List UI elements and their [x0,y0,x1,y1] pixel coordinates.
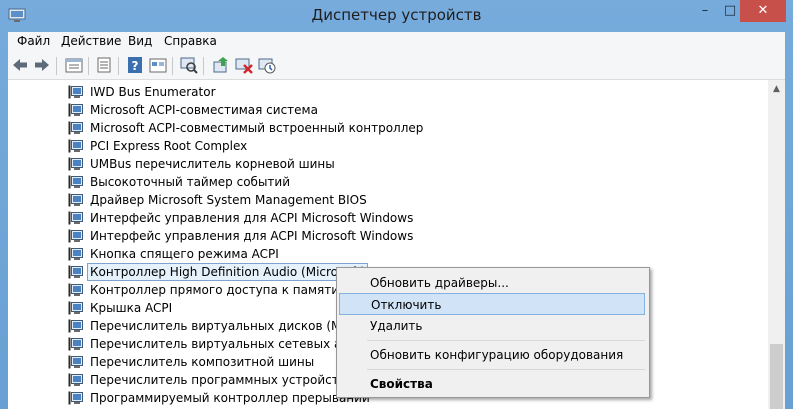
scrollbar-thumb[interactable] [770,344,783,409]
device-label: Контроллер High Definition Audio (Micros… [87,263,369,281]
context-update-drivers[interactable]: Обновить драйверы... [339,272,645,294]
context-item-label: Отключить [371,298,442,312]
context-scan-hardware[interactable]: Обновить конфигурацию оборудования [339,344,645,366]
system-device-icon [68,337,84,351]
close-button[interactable]: ✕ [740,0,786,22]
system-device-icon [68,229,84,243]
vertical-scrollbar[interactable]: ▲ [768,80,785,409]
menu-view[interactable]: Вид [128,34,152,48]
menu-action[interactable]: Действие [61,34,121,48]
maximize-button[interactable]: □ [720,0,740,22]
device-manager-window: Диспетчер устройств – □ ✕ Файл Действие … [0,0,793,409]
menu-help[interactable]: Справка [164,34,217,48]
device-label: IWD Bus Enumerator [90,85,216,99]
minimize-button[interactable]: – [690,0,720,22]
title-bar[interactable]: Диспетчер устройств – □ ✕ [0,0,793,32]
disable-device-icon[interactable] [258,56,276,74]
device-label: UMBus перечислитель корневой шины [90,157,335,171]
system-device-icon [68,355,84,369]
system-device-icon [68,211,84,225]
window-title: Диспетчер устройств [311,6,482,24]
system-device-icon [68,391,84,405]
svg-text:?: ? [132,59,139,73]
context-disable[interactable]: Отключить [339,293,645,315]
system-device-icon [68,193,84,207]
scroll-up-icon[interactable]: ▲ [768,84,785,94]
context-separator [367,340,645,341]
system-device-icon [68,283,84,297]
help-icon[interactable]: ? [126,56,144,74]
system-device-icon [68,265,84,279]
context-properties[interactable]: Свойства [339,373,645,395]
system-device-icon [68,157,84,171]
device-label: Кнопка спящего режима ACPI [90,247,279,261]
system-device-icon [68,319,84,333]
device-label: Интерфейс управления для ACPI Microsoft … [90,211,414,225]
device-label: Интерфейс управления для ACPI Microsoft … [90,229,414,243]
system-device-icon [68,103,84,117]
context-item-label: Обновить конфигурацию оборудования [370,348,624,362]
toolbar-separator [88,57,89,75]
device-label: Перечислитель виртуальных дисков (Майкр [90,319,372,333]
device-label: Драйвер Microsoft System Management BIOS [90,193,367,207]
device-label: Перечислитель программных устройств Plu [90,373,368,387]
device-label: Высокоточный таймер событий [90,175,291,189]
device-label: Перечислитель композитной шины [90,355,315,369]
toolbar-separator [118,57,119,75]
menu-file[interactable]: Файл [17,34,50,48]
scan-hardware-icon[interactable] [180,56,198,74]
context-item-label: Обновить драйверы... [370,276,509,290]
system-device-icon [68,301,84,315]
device-label: Программируемый контроллер прерывании [90,391,370,405]
toolbar: ? [8,53,785,80]
system-device-icon [68,121,84,135]
show-hidden-icon[interactable] [149,56,167,74]
system-device-icon [68,175,84,189]
device-view-icon[interactable] [65,56,83,74]
toolbar-separator [172,57,173,75]
toolbar-separator [56,57,57,75]
uninstall-icon[interactable] [235,56,253,74]
context-item-label: Свойства [370,377,433,391]
context-menu: Обновить драйверы... Отключить Удалить О… [336,267,650,398]
properties-icon[interactable] [95,56,113,74]
device-label: Microsoft ACPI-совместимый встроенный ко… [90,121,424,135]
menu-bar: Файл Действие Вид Справка [8,32,785,53]
device-label: Microsoft ACPI-совместимая система [90,103,318,117]
device-label: PCI Express Root Complex [90,139,248,153]
system-device-icon [68,373,84,387]
context-uninstall[interactable]: Удалить [339,315,645,337]
system-device-icon [68,139,84,153]
context-item-label: Удалить [370,319,423,333]
system-device-icon [68,247,84,261]
device-label: Контроллер прямого доступа к памяти [90,283,340,297]
toolbar-separator [203,57,204,75]
back-arrow-icon[interactable] [11,56,29,74]
context-separator [367,369,645,370]
system-device-icon [68,85,84,99]
update-driver-icon[interactable] [212,56,230,74]
device-label: Крышка ACPI [90,301,173,315]
forward-arrow-icon[interactable] [33,56,51,74]
